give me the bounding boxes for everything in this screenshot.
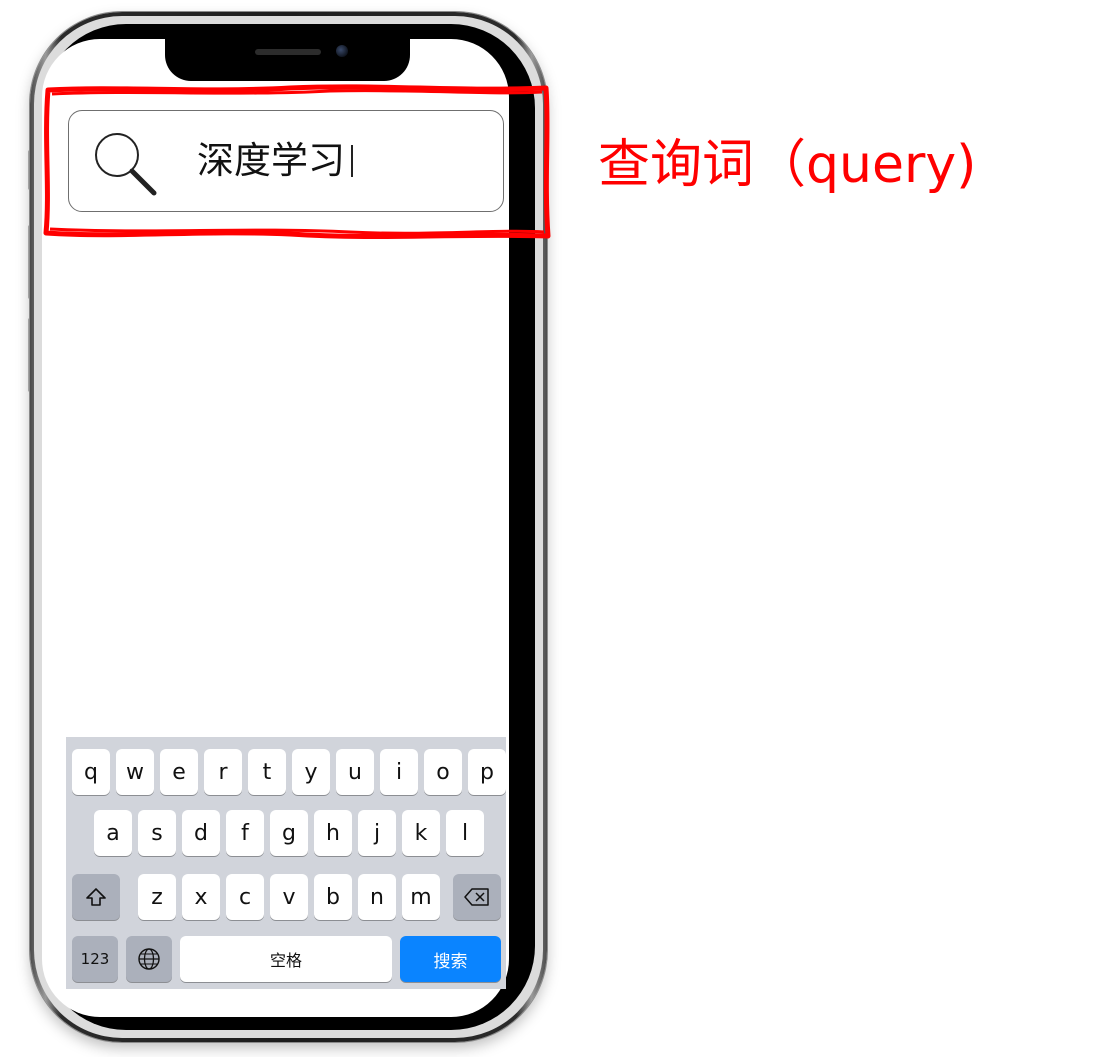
speaker-grille — [255, 49, 321, 55]
key-h[interactable]: h — [314, 810, 352, 856]
key-n[interactable]: n — [358, 874, 396, 920]
keyboard: q w e r t y u i o p a s d f g h j k l z … — [66, 737, 506, 989]
search-icon — [95, 133, 157, 196]
key-p[interactable]: p — [468, 749, 506, 795]
numbers-key[interactable]: 123 — [72, 936, 118, 982]
key-t[interactable]: t — [248, 749, 286, 795]
key-y[interactable]: y — [292, 749, 330, 795]
key-i[interactable]: i — [380, 749, 418, 795]
key-l[interactable]: l — [446, 810, 484, 856]
key-g[interactable]: g — [270, 810, 308, 856]
key-r[interactable]: r — [204, 749, 242, 795]
globe-icon — [138, 948, 160, 970]
search-input[interactable]: 深度学习 — [68, 110, 504, 212]
shift-key[interactable] — [72, 874, 120, 920]
key-k[interactable]: k — [402, 810, 440, 856]
key-o[interactable]: o — [424, 749, 462, 795]
space-key[interactable]: 空格 — [180, 936, 392, 982]
key-z[interactable]: z — [138, 874, 176, 920]
key-w[interactable]: w — [116, 749, 154, 795]
query-text: 深度学习 — [197, 139, 345, 182]
backspace-icon — [464, 888, 489, 906]
key-d[interactable]: d — [182, 810, 220, 856]
globe-key[interactable] — [126, 936, 172, 982]
key-a[interactable]: a — [94, 810, 132, 856]
query-value: 深度学习 — [197, 139, 353, 183]
front-camera-icon — [336, 45, 348, 57]
key-m[interactable]: m — [402, 874, 440, 920]
key-s[interactable]: s — [138, 810, 176, 856]
key-j[interactable]: j — [358, 810, 396, 856]
key-q[interactable]: q — [72, 749, 110, 795]
key-c[interactable]: c — [226, 874, 264, 920]
delete-key[interactable] — [453, 874, 501, 920]
shift-icon — [86, 888, 106, 906]
annotation-label: 查询词（query) — [598, 135, 977, 195]
key-v[interactable]: v — [270, 874, 308, 920]
key-f[interactable]: f — [226, 810, 264, 856]
key-u[interactable]: u — [336, 749, 374, 795]
text-cursor — [351, 145, 353, 177]
key-b[interactable]: b — [314, 874, 352, 920]
search-key[interactable]: 搜索 — [400, 936, 501, 982]
notch — [165, 39, 410, 81]
key-e[interactable]: e — [160, 749, 198, 795]
key-x[interactable]: x — [182, 874, 220, 920]
